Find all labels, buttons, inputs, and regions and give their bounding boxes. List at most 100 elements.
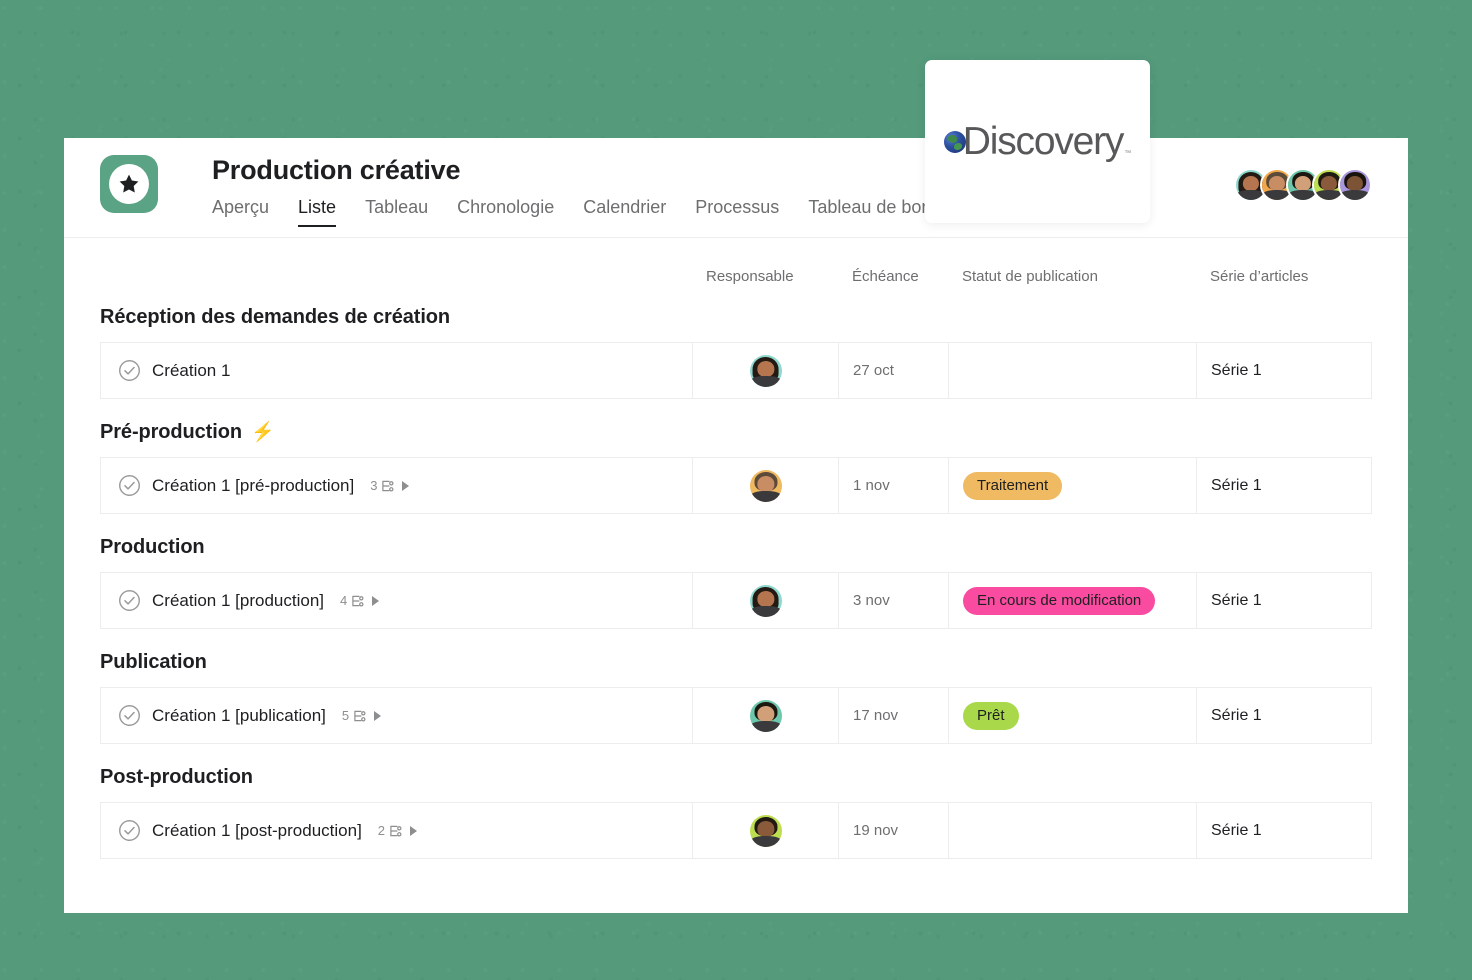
- section-title: Pré-production: [100, 420, 242, 443]
- task-name-cell[interactable]: Création 1 [publication] 5: [101, 688, 693, 743]
- complete-check-icon[interactable]: [118, 589, 141, 612]
- complete-check-icon[interactable]: [118, 819, 141, 842]
- section-header[interactable]: Post-production: [100, 744, 1372, 802]
- complete-check-icon[interactable]: [118, 704, 141, 727]
- due-date-cell[interactable]: 3 nov: [839, 573, 949, 628]
- due-date-value: 27 oct: [853, 362, 894, 379]
- section-title: Publication: [100, 650, 207, 673]
- due-date-value: 3 nov: [853, 592, 890, 609]
- project-header: Production créative Aperçu Liste Tableau Ch…: [64, 138, 1408, 238]
- tab-tableau-de-bord[interactable]: Tableau de bord: [808, 197, 937, 228]
- article-series-value: Série 1: [1211, 476, 1262, 494]
- status-badge[interactable]: En cours de modification: [963, 586, 1156, 615]
- project-window: Production créative Aperçu Liste Tableau Ch…: [64, 138, 1408, 913]
- task-list: Réception des demandes de création Créati…: [64, 238, 1408, 859]
- tab-processus[interactable]: Processus: [695, 197, 779, 228]
- due-date-cell[interactable]: 19 nov: [839, 803, 949, 858]
- status-cell[interactable]: Traitement: [949, 458, 1197, 513]
- status-badge[interactable]: Prêt: [963, 701, 1019, 730]
- star-icon: [109, 164, 149, 204]
- article-series-cell[interactable]: Série 1: [1197, 343, 1367, 398]
- article-series-value: Série 1: [1211, 591, 1262, 609]
- table-row[interactable]: Création 1 [publication] 5 17 nov Prêt Série…: [100, 687, 1372, 744]
- expand-caret-icon[interactable]: [374, 710, 382, 721]
- tab-aper-u[interactable]: Aperçu: [212, 197, 269, 228]
- status-cell[interactable]: Prêt: [949, 688, 1197, 743]
- task-section: Post-production Création 1 [post-producti…: [100, 744, 1372, 859]
- expand-caret-icon[interactable]: [410, 825, 418, 836]
- assignee-cell[interactable]: [693, 688, 839, 743]
- column-header-spacer: [100, 238, 1372, 284]
- section-title: Réception des demandes de création: [100, 305, 451, 328]
- article-series-cell[interactable]: Série 1: [1197, 458, 1367, 513]
- assignee-avatar[interactable]: [749, 354, 782, 387]
- table-row[interactable]: Création 1 [pré-production] 3 1 nov Traitem…: [100, 457, 1372, 514]
- task-name-cell[interactable]: Création 1 [pré-production] 3: [101, 458, 693, 513]
- expand-caret-icon[interactable]: [372, 595, 380, 606]
- task-section: Pré-production ⚡ Création 1 [pré-productio…: [100, 399, 1372, 514]
- section-title: Production: [100, 535, 205, 558]
- task-section: Production Création 1 [production] 4 3 nov E…: [100, 514, 1372, 629]
- subtask-count: 4: [340, 593, 348, 608]
- due-date-cell[interactable]: 1 nov: [839, 458, 949, 513]
- status-cell[interactable]: En cours de modification: [949, 573, 1197, 628]
- complete-check-icon[interactable]: [118, 474, 141, 497]
- trademark-symbol: ™: [1124, 150, 1132, 157]
- subtask-indicator[interactable]: 3: [370, 478, 410, 493]
- subtask-tree-icon: [389, 824, 404, 838]
- complete-check-icon[interactable]: [118, 359, 141, 382]
- section-header[interactable]: Publication: [100, 629, 1372, 687]
- assignee-avatar[interactable]: [749, 814, 782, 847]
- assignee-cell[interactable]: [693, 343, 839, 398]
- assignee-cell[interactable]: [693, 573, 839, 628]
- article-series-cell[interactable]: Série 1: [1197, 573, 1367, 628]
- status-cell[interactable]: [949, 343, 1197, 398]
- tab-liste[interactable]: Liste: [298, 197, 337, 228]
- assignee-avatar[interactable]: [749, 469, 782, 502]
- view-tabs: Aperçu Liste Tableau Chronologie Calendrier P…: [212, 197, 1372, 228]
- tab-chronologie[interactable]: Chronologie: [457, 197, 554, 228]
- article-series-cell[interactable]: Série 1: [1197, 803, 1367, 858]
- avatar-member-5[interactable]: [1338, 168, 1372, 202]
- task-title: Création 1 [pré-production]: [152, 475, 355, 495]
- due-date-cell[interactable]: 17 nov: [839, 688, 949, 743]
- project-icon[interactable]: [100, 155, 158, 213]
- brand-name: Discovery: [962, 120, 1125, 163]
- due-date-cell[interactable]: 27 oct: [839, 343, 949, 398]
- discovery-logo-card: Discovery ™: [925, 60, 1150, 223]
- subtask-indicator[interactable]: 2: [378, 823, 418, 838]
- task-name-cell[interactable]: Création 1 [production] 4: [101, 573, 693, 628]
- article-series-cell[interactable]: Série 1: [1197, 688, 1367, 743]
- subtask-indicator[interactable]: 5: [342, 708, 382, 723]
- subtask-indicator[interactable]: 4: [340, 593, 380, 608]
- subtask-tree-icon: [351, 594, 366, 608]
- task-name-cell[interactable]: Création 1 [post-production] 2: [101, 803, 693, 858]
- table-row[interactable]: Création 1 [post-production] 2 19 nov Série…: [100, 802, 1372, 859]
- member-avatar-stack[interactable]: [1234, 168, 1372, 202]
- task-section: Publication Création 1 [publication] 5 17 n…: [100, 629, 1372, 744]
- status-cell[interactable]: [949, 803, 1197, 858]
- assignee-cell[interactable]: [693, 458, 839, 513]
- section-header[interactable]: Pré-production ⚡: [100, 399, 1372, 457]
- task-name-cell[interactable]: Création 1: [101, 343, 693, 398]
- section-title: Post-production: [100, 765, 253, 788]
- section-header[interactable]: Réception des demandes de création: [100, 284, 1372, 342]
- status-badge[interactable]: Traitement: [963, 471, 1063, 500]
- subtask-count: 3: [370, 478, 378, 493]
- task-title: Création 1: [152, 360, 231, 380]
- article-series-value: Série 1: [1211, 706, 1262, 724]
- table-row[interactable]: Création 1 27 oct Série 1: [100, 342, 1372, 399]
- table-row[interactable]: Création 1 [production] 4 3 nov En cours de…: [100, 572, 1372, 629]
- assignee-avatar[interactable]: [749, 584, 782, 617]
- tab-calendrier[interactable]: Calendrier: [583, 197, 666, 228]
- globe-icon: [943, 130, 966, 153]
- assignee-cell[interactable]: [693, 803, 839, 858]
- tab-tableau[interactable]: Tableau: [365, 197, 428, 228]
- subtask-tree-icon: [353, 709, 368, 723]
- due-date-value: 1 nov: [853, 477, 890, 494]
- expand-caret-icon[interactable]: [402, 480, 410, 491]
- assignee-avatar[interactable]: [749, 699, 782, 732]
- article-series-value: Série 1: [1211, 821, 1262, 839]
- task-title: Création 1 [publication]: [152, 705, 326, 725]
- section-header[interactable]: Production: [100, 514, 1372, 572]
